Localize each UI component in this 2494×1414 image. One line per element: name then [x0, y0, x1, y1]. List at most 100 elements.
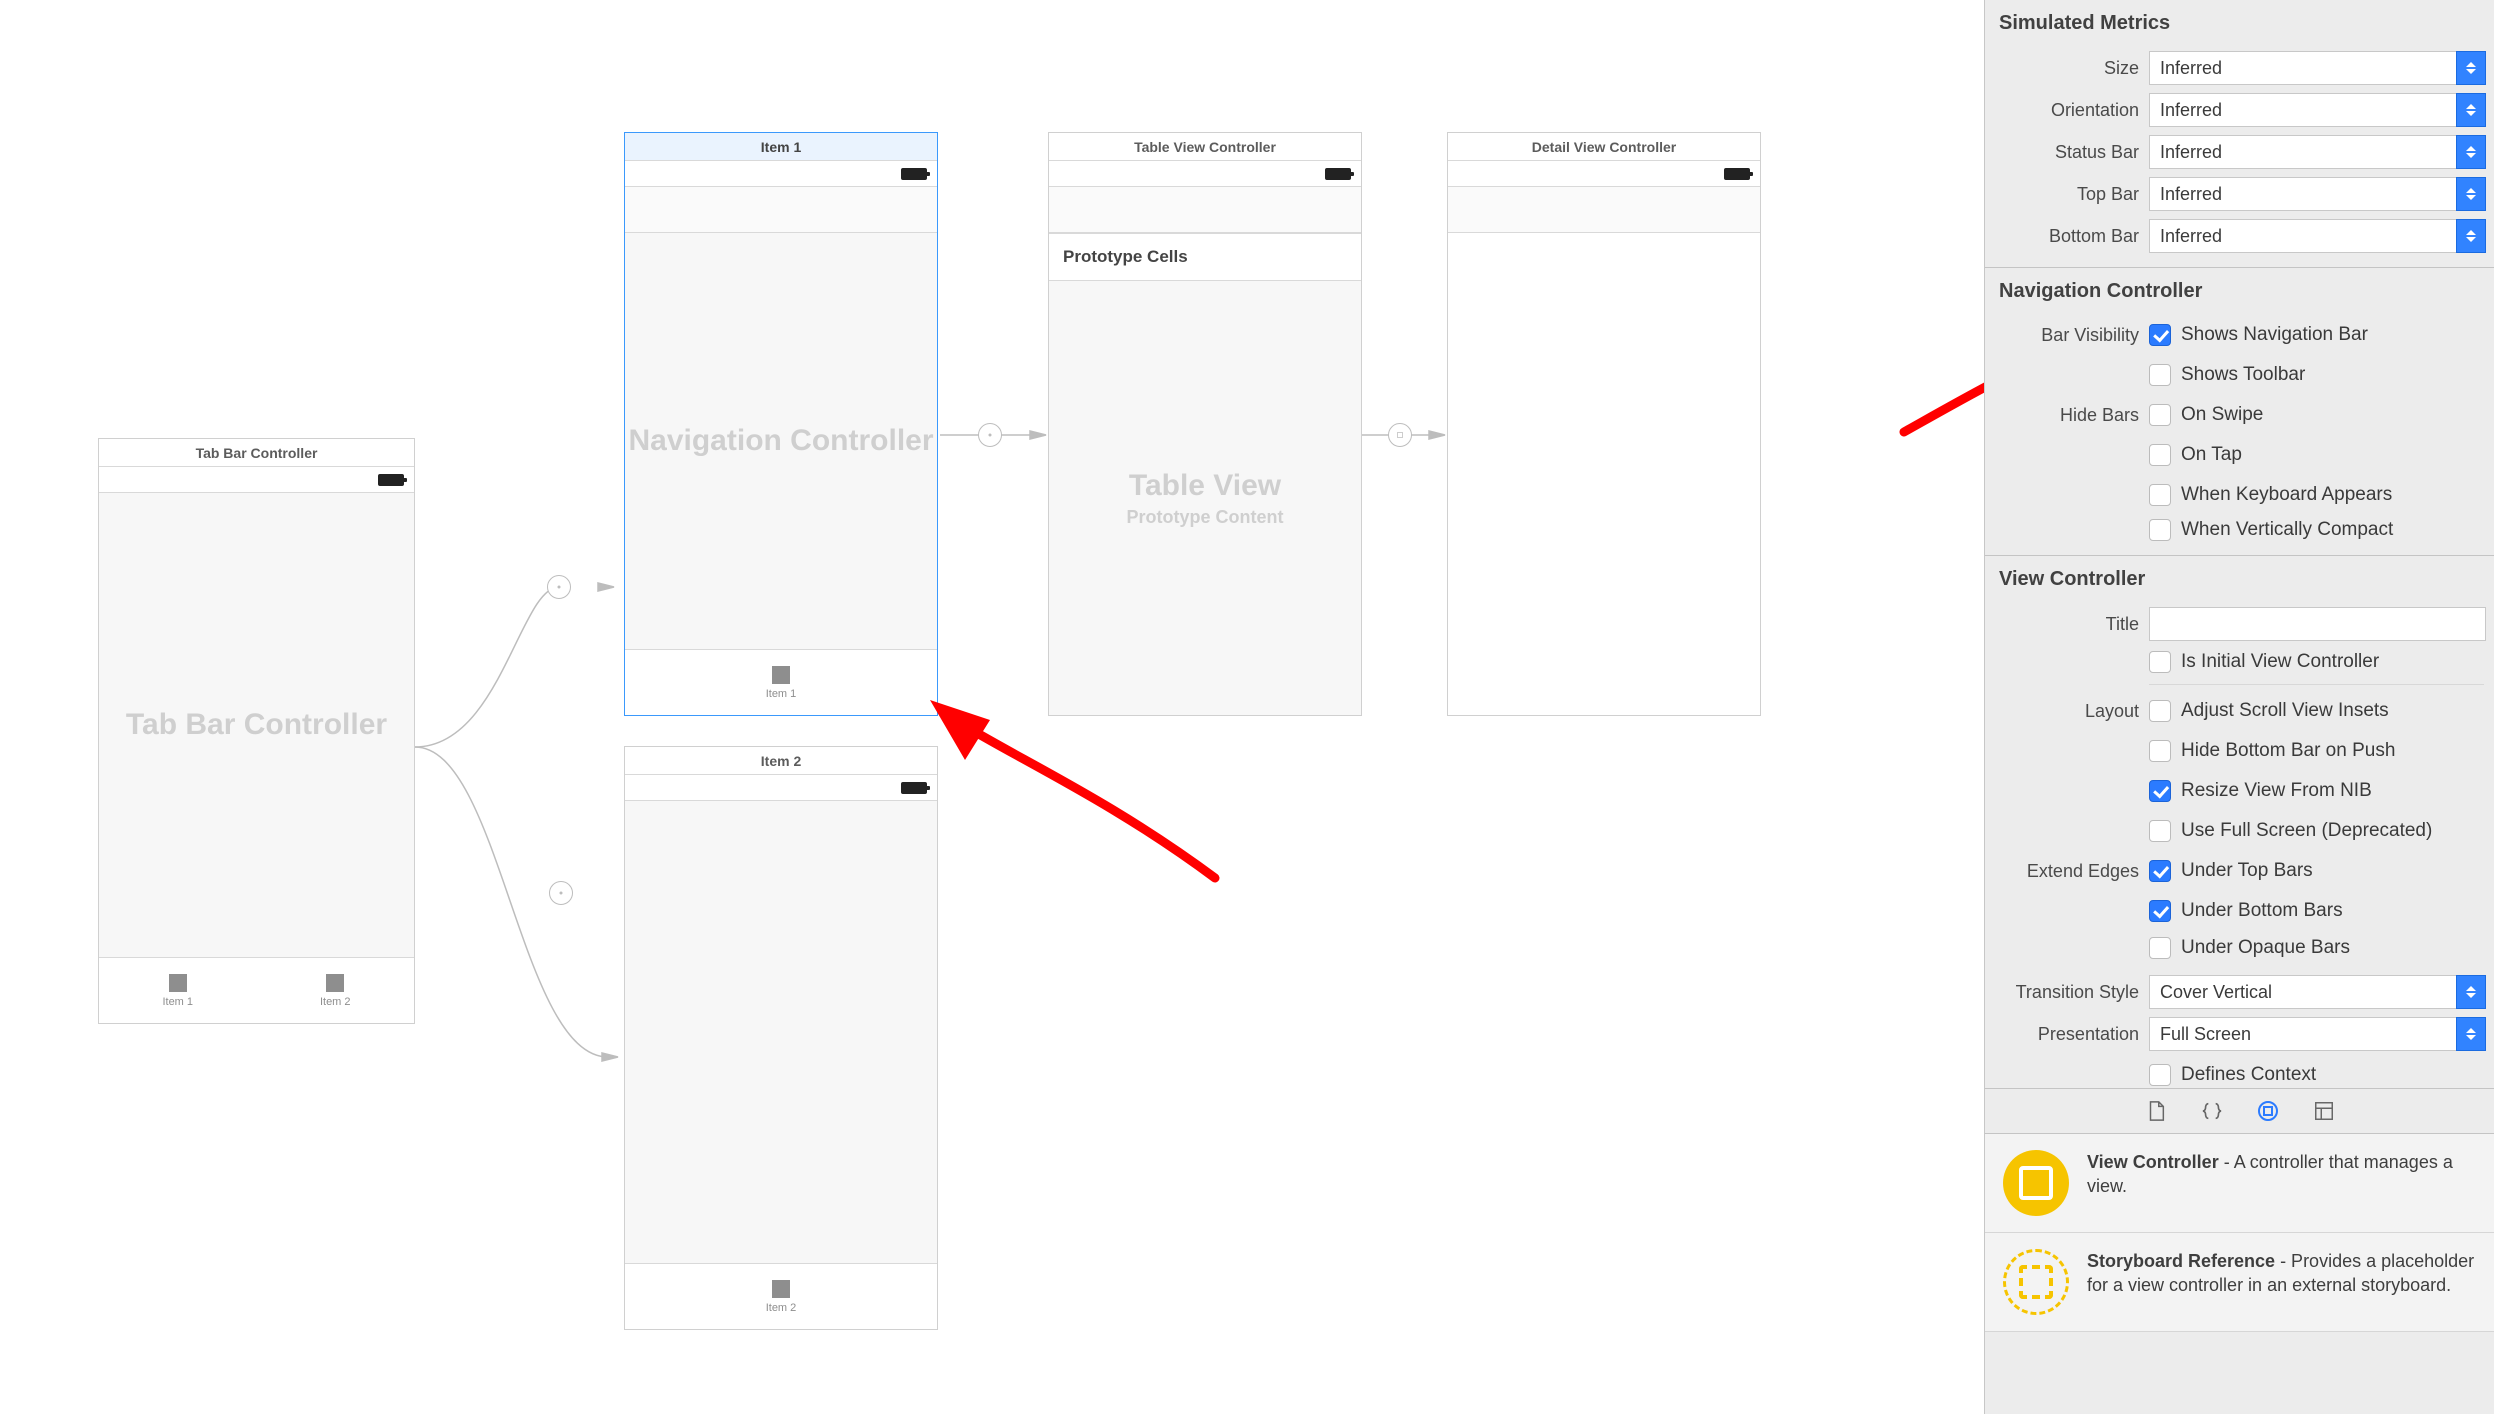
library-item-text: View Controller - A controller that mana… [2087, 1150, 2476, 1199]
tab-bar[interactable]: Item 1 Item 2 [99, 957, 414, 1023]
section-navigation-controller: Navigation Controller [1985, 268, 2494, 315]
segue-table-to-detail[interactable] [1388, 423, 1412, 447]
scene-table-view-controller[interactable]: Table View Controller Prototype Cells Ta… [1048, 132, 1362, 716]
table-view-sublabel: Prototype Content [1127, 507, 1284, 528]
scene-detail-view-controller[interactable]: Detail View Controller [1447, 132, 1761, 716]
select-stepper[interactable] [2456, 51, 2486, 85]
checkbox-label: On Swipe [2181, 404, 2263, 426]
battery-icon [901, 782, 927, 794]
select-stepper[interactable] [2456, 975, 2486, 1009]
label-size: Size [1985, 58, 2149, 79]
square-icon [772, 1280, 790, 1298]
attributes-inspector: Simulated Metrics SizeInferred Orientati… [1984, 0, 2494, 1414]
select-stepper[interactable] [2456, 93, 2486, 127]
segue-tabbar-to-item2[interactable] [549, 881, 573, 905]
tab-item-label: Item 2 [766, 1302, 797, 1314]
select-bottom-bar[interactable]: Inferred [2149, 219, 2456, 253]
checkbox-label: On Tap [2181, 444, 2242, 466]
label-transition-style: Transition Style [1985, 982, 2149, 1003]
navigation-bar[interactable] [1049, 187, 1361, 233]
square-icon [169, 974, 187, 992]
checkbox-under-bottom-bars[interactable] [2149, 900, 2171, 922]
checkbox-label: When Keyboard Appears [2181, 484, 2392, 506]
tab-item-label: Item 2 [320, 996, 351, 1008]
checkbox-is-initial-view-controller[interactable] [2149, 651, 2171, 673]
checkbox-label: Hide Bottom Bar on Push [2181, 740, 2395, 762]
label-presentation: Presentation [1985, 1024, 2149, 1045]
navigation-bar[interactable] [1448, 187, 1760, 233]
select-presentation[interactable]: Full Screen [2149, 1017, 2456, 1051]
checkbox-label: When Vertically Compact [2181, 519, 2393, 541]
segue-tabbar-to-item1[interactable] [547, 575, 571, 599]
battery-icon [378, 474, 404, 486]
scene-tab-bar-controller[interactable]: Tab Bar Controller Tab Bar Controller It… [98, 438, 415, 1024]
scene-navigation-controller-item2[interactable]: Item 2 Item 2 [624, 746, 938, 1330]
select-stepper[interactable] [2456, 219, 2486, 253]
tab-bar: Item 2 [625, 1263, 937, 1329]
checkbox-hide-bottom-bar-on-push[interactable] [2149, 740, 2171, 762]
label-orientation: Orientation [1985, 100, 2149, 121]
select-stepper[interactable] [2456, 135, 2486, 169]
library-tabs [1985, 1088, 2494, 1134]
label-hide-bars: Hide Bars [1985, 405, 2149, 426]
navigation-bar[interactable] [625, 187, 937, 233]
checkbox-on-tap[interactable] [2149, 444, 2171, 466]
library-tab-objects[interactable] [2254, 1097, 2282, 1125]
checkbox-when-vertically-compact[interactable] [2149, 519, 2171, 541]
checkbox-shows-navigation-bar[interactable] [2149, 324, 2171, 346]
library-item-storyboard-reference[interactable]: Storyboard Reference - Provides a placeh… [1985, 1233, 2494, 1332]
checkbox-label: Shows Toolbar [2181, 364, 2305, 386]
checkbox-label: Adjust Scroll View Insets [2181, 700, 2389, 722]
tab-item: Item 1 [766, 650, 797, 715]
status-bar [625, 775, 937, 801]
checkbox-label: Defines Context [2181, 1064, 2316, 1086]
checkbox-shows-toolbar[interactable] [2149, 364, 2171, 386]
checkbox-on-swipe[interactable] [2149, 404, 2171, 426]
label-title: Title [1985, 614, 2149, 635]
battery-icon [901, 168, 927, 180]
select-size[interactable]: Inferred [2149, 51, 2456, 85]
square-icon [326, 974, 344, 992]
section-simulated-metrics: Simulated Metrics [1985, 0, 2494, 47]
select-transition-style[interactable]: Cover Vertical [2149, 975, 2456, 1009]
scene-navigation-controller-item1[interactable]: Item 1 Navigation Controller Item 1 [624, 132, 938, 716]
checkbox-label: Is Initial View Controller [2181, 651, 2379, 673]
label-extend-edges: Extend Edges [1985, 861, 2149, 882]
select-status-bar[interactable]: Inferred [2149, 135, 2456, 169]
segue-nav-to-table[interactable] [978, 423, 1002, 447]
table-view-label: Table View [1129, 469, 1281, 503]
prototype-cells-header: Prototype Cells [1049, 233, 1361, 281]
library-tab-code[interactable] [2198, 1097, 2226, 1125]
checkbox-resize-view-from-nib[interactable] [2149, 780, 2171, 802]
tab-item: Item 2 [766, 1264, 797, 1329]
library-tab-file[interactable] [2142, 1097, 2170, 1125]
scene-title: Item 1 [625, 133, 937, 161]
checkbox-use-full-screen-deprecated[interactable] [2149, 820, 2171, 842]
tab-item-1[interactable]: Item 1 [99, 958, 257, 1023]
select-top-bar[interactable]: Inferred [2149, 177, 2456, 211]
select-orientation[interactable]: Inferred [2149, 93, 2456, 127]
library-tab-media[interactable] [2310, 1097, 2338, 1125]
status-bar [1448, 161, 1760, 187]
scene-title: Table View Controller [1049, 133, 1361, 161]
tab-bar: Item 1 [625, 649, 937, 715]
scene-title: Detail View Controller [1448, 133, 1760, 161]
select-stepper[interactable] [2456, 1017, 2486, 1051]
library-item-view-controller[interactable]: View Controller - A controller that mana… [1985, 1134, 2494, 1233]
checkbox-under-top-bars[interactable] [2149, 860, 2171, 882]
label-bar-visibility: Bar Visibility [1985, 325, 2149, 346]
checkbox-under-opaque-bars[interactable] [2149, 937, 2171, 959]
label-top-bar: Top Bar [1985, 184, 2149, 205]
battery-icon [1724, 168, 1750, 180]
label-bottom-bar: Bottom Bar [1985, 226, 2149, 247]
select-stepper[interactable] [2456, 177, 2486, 211]
checkbox-when-keyboard-appears[interactable] [2149, 484, 2171, 506]
storyboard-canvas[interactable]: Tab Bar Controller Tab Bar Controller It… [0, 0, 1925, 1414]
checkbox-defines-context[interactable] [2149, 1064, 2171, 1086]
checkbox-label: Under Top Bars [2181, 860, 2313, 882]
textfield-title[interactable] [2149, 607, 2486, 641]
tab-item-2[interactable]: Item 2 [257, 958, 415, 1023]
label-status-bar: Status Bar [1985, 142, 2149, 163]
checkbox-label: Under Bottom Bars [2181, 900, 2343, 922]
checkbox-adjust-scroll-view-insets[interactable] [2149, 700, 2171, 722]
